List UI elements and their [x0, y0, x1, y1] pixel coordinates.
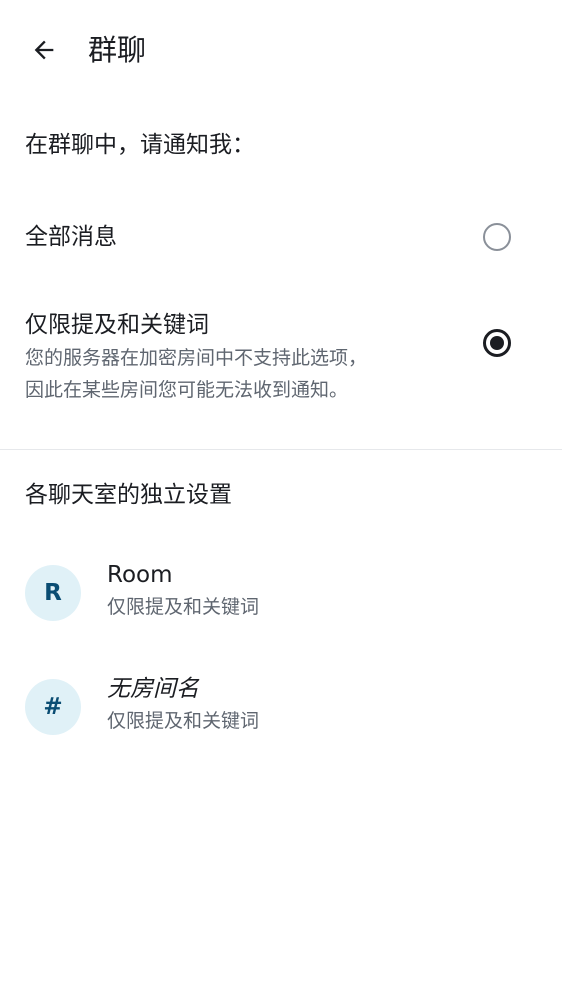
- option-mentions-keywords-label: 仅限提及和关键词: [25, 312, 209, 338]
- rooms-section-heading: 各聊天室的独立设置: [25, 482, 232, 508]
- arrow-left-icon: [34, 40, 54, 60]
- room-list-item[interactable]: # 无房间名 仅限提及和关键词: [0, 661, 562, 757]
- room-avatar: R: [25, 565, 81, 621]
- room-avatar: #: [25, 679, 81, 735]
- top-app-bar: 群聊: [0, 0, 562, 100]
- room-notification-setting: 仅限提及和关键词: [107, 596, 260, 618]
- room-name: Room: [107, 562, 173, 588]
- notify-section-heading: 在群聊中，请通知我：: [25, 132, 255, 158]
- radio-all-messages[interactable]: [483, 223, 511, 251]
- back-button[interactable]: [22, 28, 66, 72]
- option-all-messages[interactable]: 全部消息: [0, 200, 562, 276]
- section-divider: [0, 449, 562, 450]
- room-list-item[interactable]: R Room 仅限提及和关键词: [0, 547, 562, 643]
- radio-mentions-keywords[interactable]: [483, 329, 511, 357]
- page-title: 群聊: [88, 33, 147, 67]
- description-line-1: 您的服务器在加密房间中不支持此选项，: [25, 347, 368, 369]
- room-name: 无房间名: [107, 676, 199, 702]
- option-mentions-keywords-description: 您的服务器在加密房间中不支持此选项， 因此在某些房间您可能无法收到通知。: [25, 342, 445, 406]
- description-line-2: 因此在某些房间您可能无法收到通知。: [25, 379, 349, 401]
- option-mentions-keywords[interactable]: 仅限提及和关键词 您的服务器在加密房间中不支持此选项， 因此在某些房间您可能无法…: [0, 295, 562, 415]
- option-all-messages-label: 全部消息: [25, 224, 117, 250]
- room-notification-setting: 仅限提及和关键词: [107, 710, 260, 732]
